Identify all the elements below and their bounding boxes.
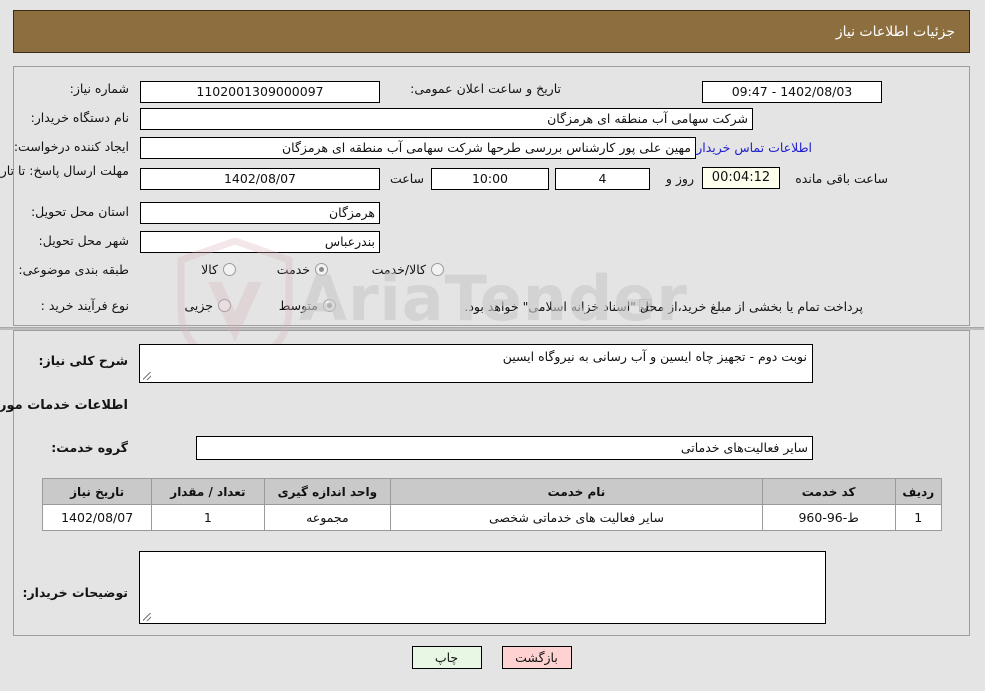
cell-unit: مجموعه (264, 504, 393, 531)
remaining-hours-label: ساعت باقی مانده (796, 171, 889, 186)
deadline-label: مهلت ارسال پاسخ: تا تاریخ: (0, 163, 130, 178)
buyer-org-label-row: نام دستگاه خریدار: (32, 110, 130, 125)
process-label-row: نوع فرآیند خرید : (42, 298, 130, 313)
request-creator-label: ایجاد کننده درخواست: (14, 139, 130, 154)
col-need-date: تاریخ نیاز (42, 478, 154, 505)
request-creator-field[interactable]: مهین علی پور کارشناس بررسی طرحها شرکت سه… (141, 137, 697, 159)
category-option-khedmat[interactable]: خدمت (278, 262, 329, 277)
buyer-notes-textarea[interactable] (140, 551, 827, 624)
service-group-field[interactable]: سایر فعالیت‌های خدماتی (197, 436, 814, 460)
print-button[interactable]: چاپ (412, 646, 483, 669)
creator-label-row: ایجاد کننده درخواست: (15, 139, 130, 154)
services-section-heading: اطلاعات خدمات مورد نیاز (0, 398, 129, 413)
col-service-code: کد خدمت (762, 478, 897, 505)
page-title: جزئیات اطلاعات نیاز (836, 23, 956, 40)
col-quantity: تعداد / مقدار (152, 478, 266, 505)
process-radio-jozei-label: جزیی (185, 298, 214, 313)
cell-quantity: 1 (152, 504, 266, 531)
deadline-date-field[interactable]: 1402/08/07 (141, 168, 381, 190)
page-title-bar: جزئیات اطلاعات نیاز (14, 10, 971, 53)
hour-label: ساعت (390, 171, 425, 186)
col-radif: ردیف (895, 478, 944, 505)
process-option-motavasset[interactable]: متوسط (280, 298, 337, 313)
buyer-organization-field[interactable]: شرکت سهامی آب منطقه ای هرمزگان (141, 108, 754, 130)
category-radio-kala-khedmat[interactable] (432, 263, 445, 276)
category-label-row: طبقه بندی موضوعی: (19, 262, 130, 277)
treasury-bonds-note: پرداخت تمام یا بخشی از مبلغ خرید،از محل … (465, 299, 864, 314)
need-number-label-row: شماره نیاز: (71, 81, 130, 96)
services-table: ردیف کد خدمت نام خدمت واحد اندازه گیری ت… (42, 478, 944, 531)
province-label-row: استان محل تحویل: (32, 204, 130, 219)
buyer-contact-info-link[interactable]: اطلاعات تماس خریدار (697, 140, 813, 155)
process-radio-motavasset[interactable] (324, 299, 337, 312)
cell-service-name: سایر فعالیت های خدماتی شخصی (391, 504, 764, 531)
remaining-days-field[interactable]: 4 (556, 168, 651, 190)
table-header-row: ردیف کد خدمت نام خدمت واحد اندازه گیری ت… (42, 478, 944, 505)
purchase-process-label: نوع فرآیند خرید : (41, 298, 130, 313)
delivery-city-label: شهر محل تحویل: (39, 233, 130, 248)
need-info-panel (14, 66, 971, 326)
days-label: روز و (666, 171, 695, 186)
category-option-kala[interactable]: کالا (202, 262, 237, 277)
category-radio-khedmat[interactable] (316, 263, 329, 276)
city-label-row: شهر محل تحویل: (40, 233, 130, 248)
announcement-datetime-label: تاریخ و ساعت اعلان عمومی: (411, 81, 562, 96)
category-radio-kala-label: کالا (202, 262, 219, 277)
category-radio-khedmat-label: خدمت (277, 262, 311, 277)
col-service-name: نام خدمت (391, 478, 764, 505)
back-button[interactable]: بازگشت (502, 646, 573, 669)
action-button-bar: بازگشت چاپ (0, 646, 985, 669)
buyer-notes-label: توضیحات خریدار: (23, 585, 129, 600)
cell-radif: 1 (895, 504, 944, 531)
cell-service-code: ط-96-960 (762, 504, 897, 531)
buyer-organization-label: نام دستگاه خریدار: (31, 110, 130, 125)
need-number-label: شماره نیاز: (70, 81, 130, 96)
col-unit: واحد اندازه گیری (264, 478, 393, 505)
announcement-datetime-field[interactable]: 1402/08/03 - 09:47 (703, 81, 883, 103)
need-summary-label: شرح کلی نیاز: (39, 353, 129, 368)
cell-need-date: 1402/08/07 (42, 504, 154, 531)
delivery-city-field[interactable]: بندرعباس (141, 231, 381, 253)
category-option-kala-khedmat[interactable]: کالا/خدمت (373, 262, 445, 277)
table-row: 1 ط-96-960 سایر فعالیت های خدماتی شخصی م… (42, 504, 944, 531)
need-number-field[interactable]: 1102001309000097 (141, 81, 381, 103)
deadline-label-row: مهلت ارسال پاسخ: تا تاریخ: (0, 163, 130, 180)
delivery-province-field[interactable]: هرمزگان (141, 202, 381, 224)
process-radio-motavasset-label: متوسط (279, 298, 319, 313)
service-group-label: گروه خدمت: (52, 440, 129, 455)
subject-category-label: طبقه بندی موضوعی: (19, 262, 130, 277)
process-radio-jozei[interactable] (219, 299, 232, 312)
countdown-timer-field: 00:04:12 (703, 167, 781, 189)
need-summary-textarea[interactable]: نوبت دوم - تجهیز چاه ایسین و آب رسانی به… (140, 344, 814, 383)
category-radio-kala[interactable] (224, 263, 237, 276)
announce-label-row: تاریخ و ساعت اعلان عمومی: (411, 81, 562, 96)
process-option-jozei[interactable]: جزیی (185, 298, 232, 313)
delivery-province-label: استان محل تحویل: (31, 204, 130, 219)
deadline-time-field[interactable]: 10:00 (432, 168, 550, 190)
category-radio-kala-khedmat-label: کالا/خدمت (372, 262, 427, 277)
